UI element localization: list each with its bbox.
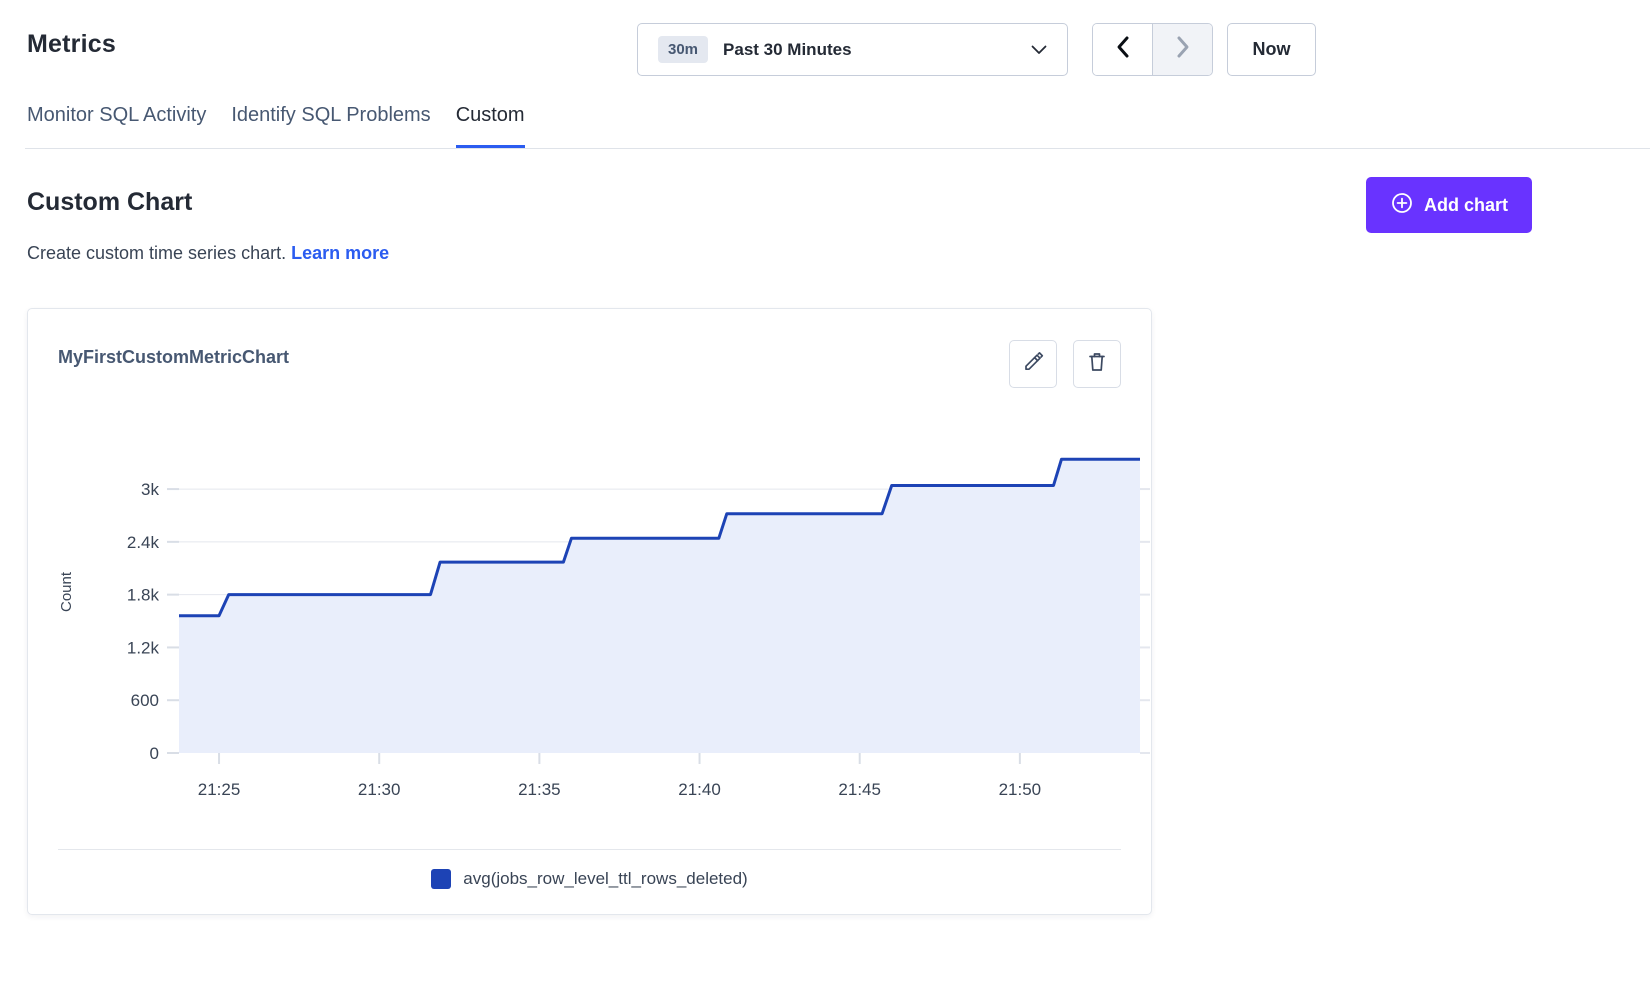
svg-text:Count: Count bbox=[58, 571, 75, 612]
svg-text:0: 0 bbox=[150, 744, 159, 763]
section-title: Custom Chart bbox=[27, 188, 192, 217]
legend-label: avg(jobs_row_level_ttl_rows_deleted) bbox=[463, 869, 747, 889]
time-step-controls bbox=[1092, 23, 1213, 76]
svg-text:21:25: 21:25 bbox=[198, 780, 241, 799]
time-forward-button[interactable] bbox=[1152, 24, 1212, 75]
svg-text:21:45: 21:45 bbox=[838, 780, 881, 799]
chart-title: MyFirstCustomMetricChart bbox=[58, 347, 289, 368]
metrics-tabs: Monitor SQL Activity Identify SQL Proble… bbox=[27, 104, 525, 149]
time-range-label: Past 30 Minutes bbox=[723, 40, 852, 60]
page-title: Metrics bbox=[27, 30, 116, 59]
metrics-page: Metrics 30m Past 30 Minutes Now Monitor … bbox=[0, 0, 1650, 982]
chart-legend[interactable]: avg(jobs_row_level_ttl_rows_deleted) bbox=[28, 869, 1151, 889]
chevron-down-icon bbox=[1031, 45, 1047, 55]
tabs-divider bbox=[25, 148, 1650, 149]
section-description: Create custom time series chart. Learn m… bbox=[27, 243, 389, 264]
now-button[interactable]: Now bbox=[1227, 23, 1316, 76]
svg-text:1.8k: 1.8k bbox=[127, 586, 160, 605]
svg-text:21:30: 21:30 bbox=[358, 780, 401, 799]
now-button-label: Now bbox=[1253, 39, 1291, 60]
tab-custom[interactable]: Custom bbox=[456, 104, 525, 149]
svg-text:600: 600 bbox=[131, 691, 159, 710]
edit-chart-button[interactable] bbox=[1009, 340, 1057, 388]
svg-text:3k: 3k bbox=[141, 480, 159, 499]
add-chart-button-label: Add chart bbox=[1424, 195, 1508, 216]
svg-text:21:35: 21:35 bbox=[518, 780, 561, 799]
time-back-button[interactable] bbox=[1093, 24, 1152, 75]
legend-divider bbox=[58, 849, 1121, 850]
legend-swatch bbox=[431, 869, 451, 889]
add-chart-button[interactable]: Add chart bbox=[1366, 177, 1532, 233]
tab-identify-sql-problems[interactable]: Identify SQL Problems bbox=[231, 104, 430, 149]
tab-monitor-sql-activity[interactable]: Monitor SQL Activity bbox=[27, 104, 206, 149]
custom-chart-card: MyFirstCustomMetricChart 0 600 1.2k 1.8k 2.4… bbox=[27, 308, 1152, 915]
svg-text:1.2k: 1.2k bbox=[127, 638, 160, 657]
chevron-left-icon bbox=[1113, 35, 1133, 64]
svg-text:21:40: 21:40 bbox=[678, 780, 721, 799]
time-range-badge: 30m bbox=[658, 36, 708, 63]
svg-text:2.4k: 2.4k bbox=[127, 533, 160, 552]
svg-text:21:50: 21:50 bbox=[999, 780, 1042, 799]
trash-icon bbox=[1085, 350, 1109, 379]
time-range-selector[interactable]: 30m Past 30 Minutes bbox=[637, 23, 1068, 76]
pencil-icon bbox=[1021, 350, 1045, 379]
custom-chart-plot: 0 600 1.2k 1.8k 2.4k 3k 21:25 21:30 21:35 21:40 21… bbox=[48, 419, 1153, 814]
section-description-text: Create custom time series chart. bbox=[27, 243, 286, 263]
chevron-right-icon bbox=[1173, 35, 1193, 64]
delete-chart-button[interactable] bbox=[1073, 340, 1121, 388]
plus-circle-icon bbox=[1390, 191, 1414, 220]
learn-more-link[interactable]: Learn more bbox=[291, 243, 389, 263]
